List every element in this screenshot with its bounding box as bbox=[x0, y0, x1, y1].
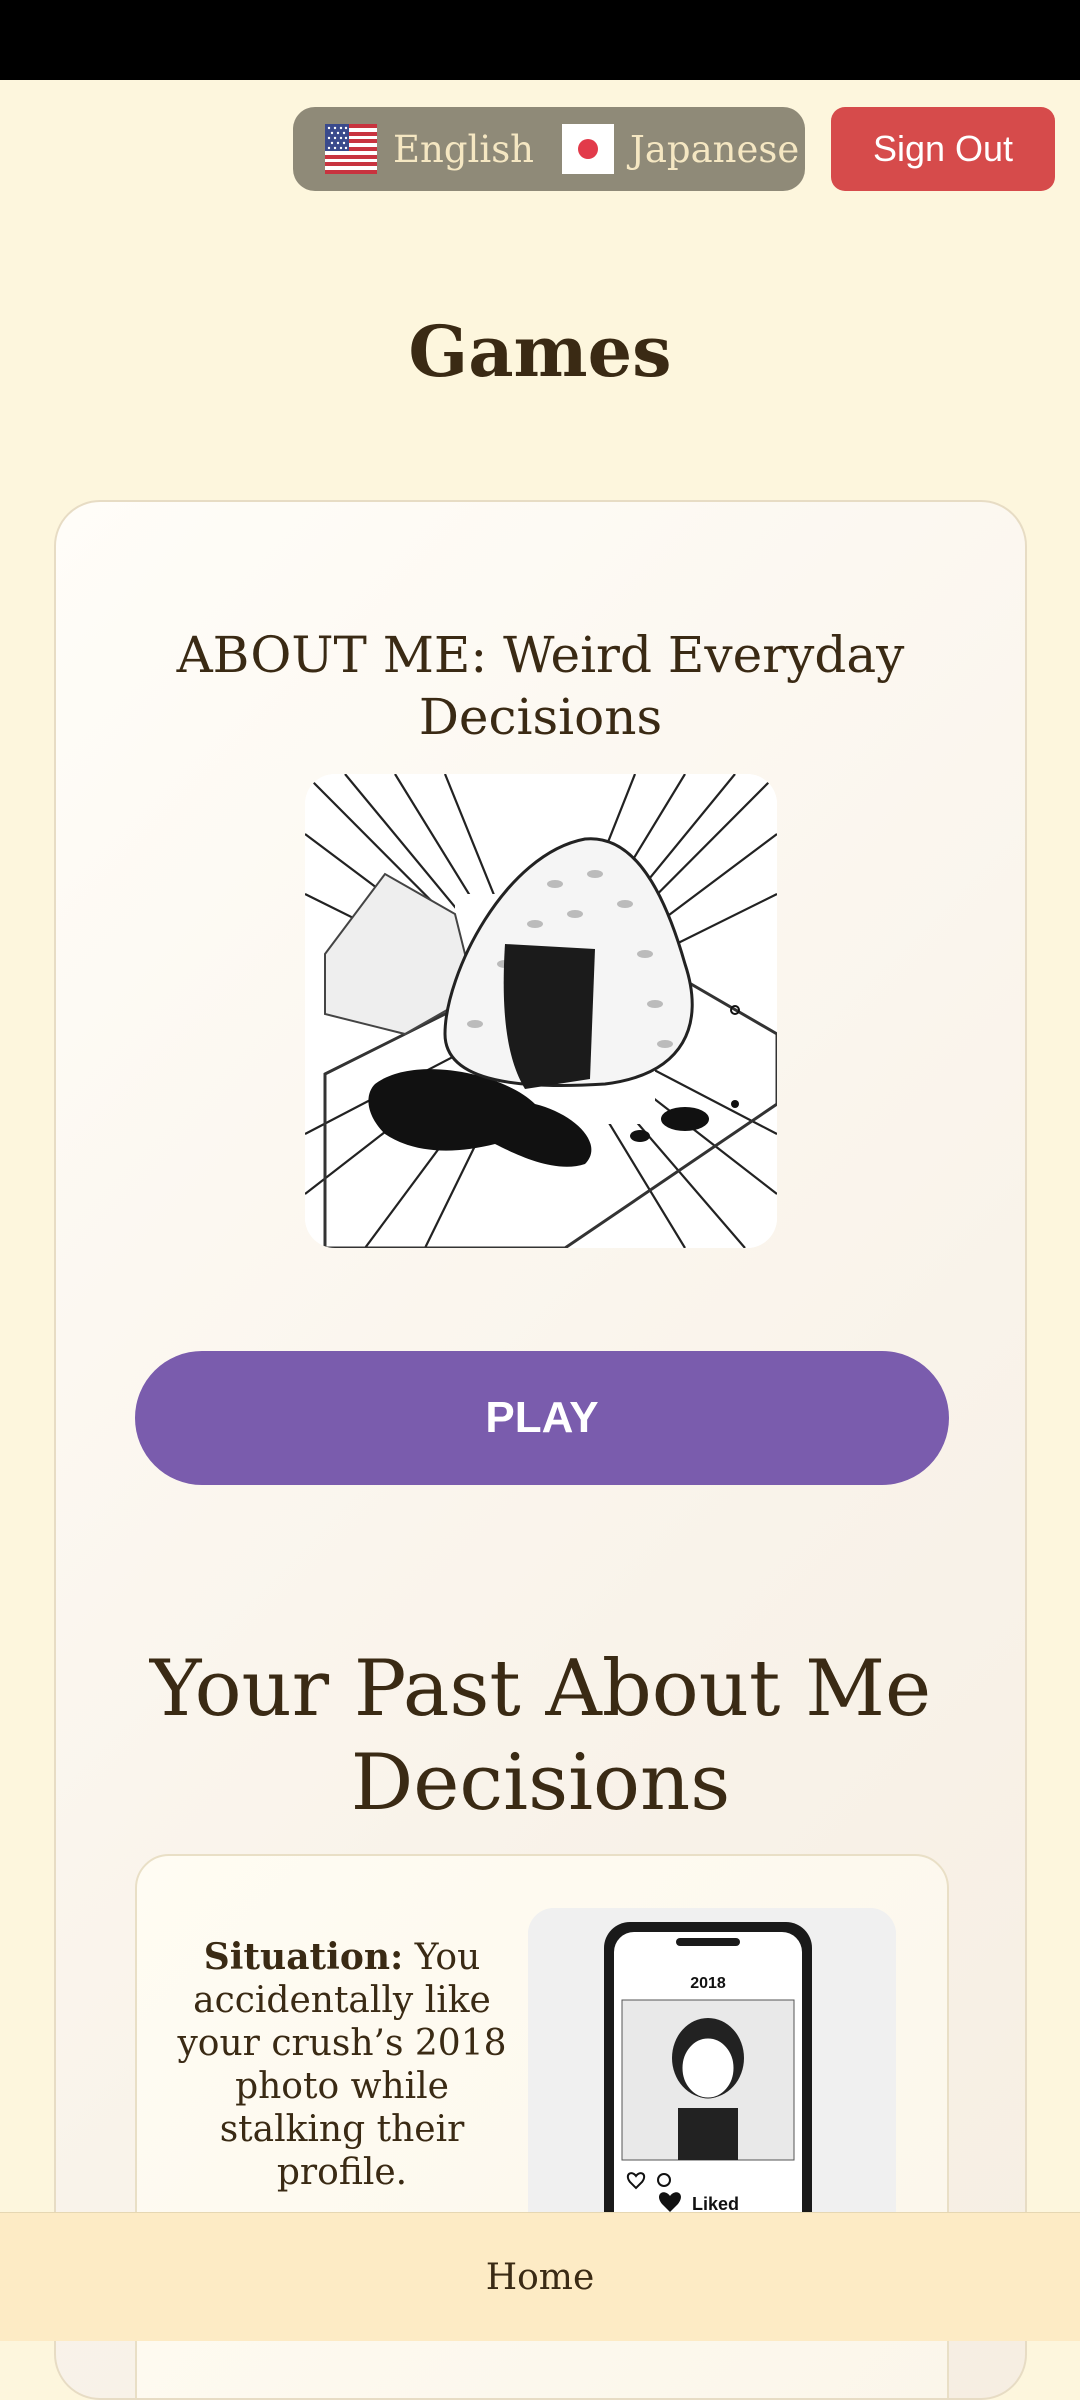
game-title: ABOUT ME: Weird Everyday Decisions bbox=[176, 626, 905, 746]
situation-text: Situation: You accidentally like your cr… bbox=[177, 1936, 507, 2194]
sign-out-button[interactable]: Sign Out bbox=[831, 107, 1055, 191]
japan-flag-icon bbox=[562, 124, 615, 174]
phone-year-text: 2018 bbox=[690, 1975, 726, 1992]
language-switcher: English Japanese bbox=[293, 107, 805, 191]
liked-label: Liked bbox=[692, 2194, 739, 2214]
page-title: Games bbox=[408, 310, 672, 393]
language-option-japanese[interactable]: Japanese bbox=[562, 124, 799, 174]
status-bar bbox=[0, 0, 1080, 80]
game-card: ABOUT ME: Weird Everyday Decisions PLAY … bbox=[54, 500, 1027, 2400]
nav-home-link[interactable]: Home bbox=[486, 2257, 595, 2298]
language-label-english: English bbox=[393, 127, 535, 171]
situation-label: Situation: bbox=[203, 1936, 404, 1978]
us-flag-icon bbox=[325, 124, 377, 174]
past-decisions-title: Your Past About Me Decisions bbox=[149, 1644, 932, 1828]
onigiri-soy-sauce-illustration bbox=[305, 774, 777, 1248]
language-label-japanese: Japanese bbox=[630, 127, 800, 171]
play-button[interactable]: PLAY bbox=[135, 1351, 949, 1485]
bottom-nav: Home bbox=[0, 2212, 1080, 2341]
language-option-english[interactable]: English bbox=[325, 124, 534, 174]
